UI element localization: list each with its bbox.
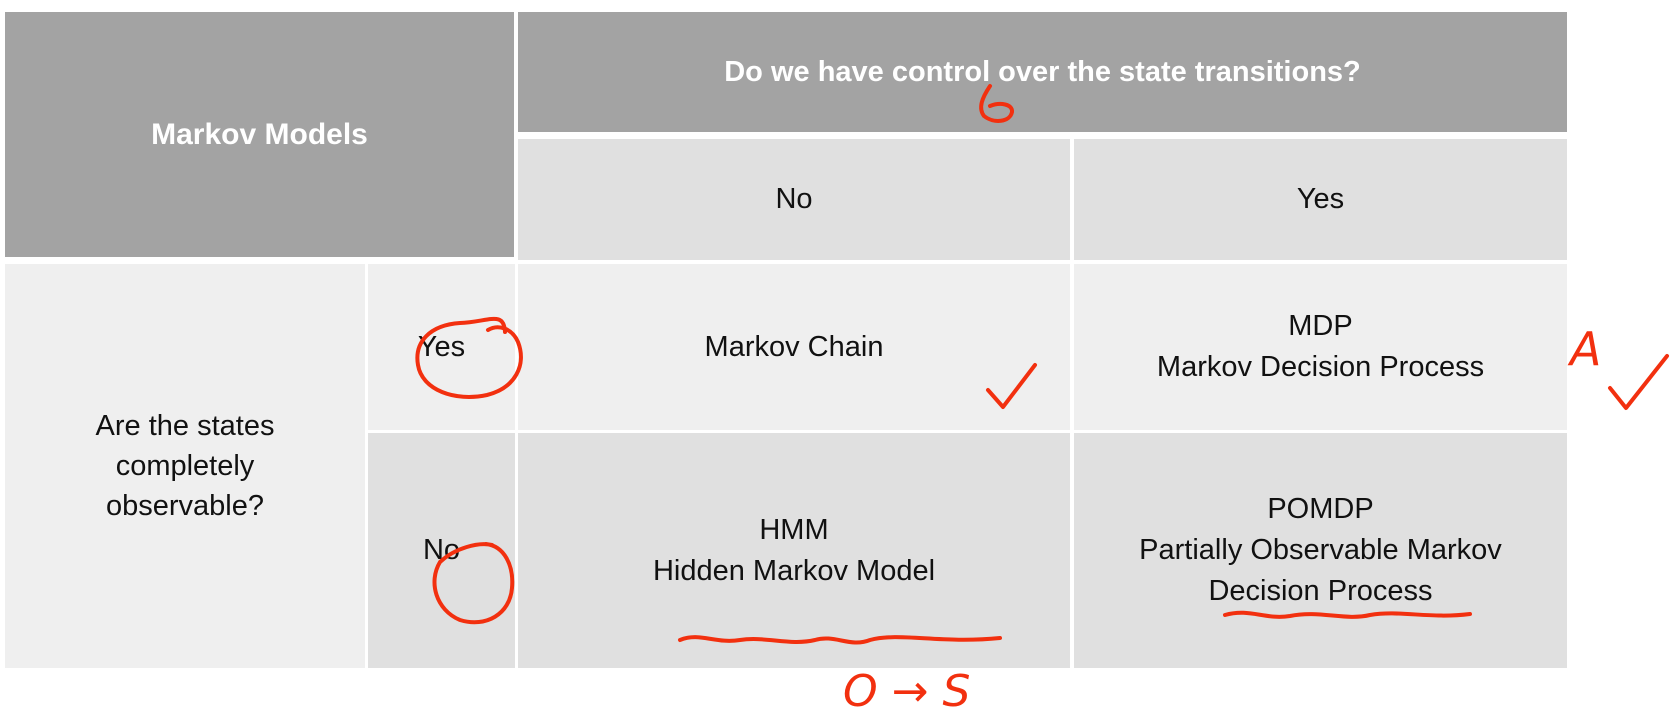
column-header-yes: Yes (1074, 139, 1567, 260)
mdp-text: MDP Markov Decision Process (1157, 306, 1484, 388)
observability-question-cell: Are the states completely observable? (5, 264, 365, 668)
mdp-note-letter: A (1567, 322, 1601, 376)
row-header-no: No (368, 433, 515, 668)
hmm-abbr: HMM (759, 513, 829, 546)
pomdp-text: POMDP Partially Observable Markov Decisi… (1139, 489, 1502, 612)
cell-markov-chain: Markov Chain (518, 264, 1070, 430)
column-header-yes-label: Yes (1296, 183, 1345, 215)
mdp-full: Markov Decision Process (1156, 351, 1485, 383)
hmm-full: Hidden Markov Model (652, 554, 936, 587)
column-header-no: No (518, 139, 1070, 260)
cell-pomdp: POMDP Partially Observable Markov Decisi… (1074, 433, 1567, 668)
pomdp-abbr: POMDP (1267, 493, 1374, 525)
row-header-yes-label: Yes (417, 330, 466, 363)
mdp-abbr: MDP (1288, 310, 1353, 342)
cell-mdp: MDP Markov Decision Process (1074, 264, 1567, 430)
control-question: Do we have control over the state transi… (724, 55, 1361, 88)
cell-hmm: HMM Hidden Markov Model (518, 433, 1070, 668)
markov-chain-label: Markov Chain (704, 330, 884, 363)
hmm-note-arrow: O → S (843, 666, 970, 717)
table-title: Markov Models (151, 118, 368, 151)
row-header-yes: Yes (368, 264, 515, 430)
observability-question: Are the states completely observable? (95, 410, 275, 522)
hmm-text: HMM Hidden Markov Model (653, 510, 935, 592)
pomdp-full-line1: Partially Observable Markov (1139, 534, 1502, 566)
pomdp-full-line2: Decision Process (1208, 575, 1433, 607)
row-header-no-label: No (422, 534, 461, 566)
column-header-no-label: No (775, 183, 813, 215)
table-title-cell: Markov Models (5, 12, 514, 257)
mdp-checkmark (1608, 354, 1669, 410)
control-question-cell: Do we have control over the state transi… (518, 12, 1567, 132)
